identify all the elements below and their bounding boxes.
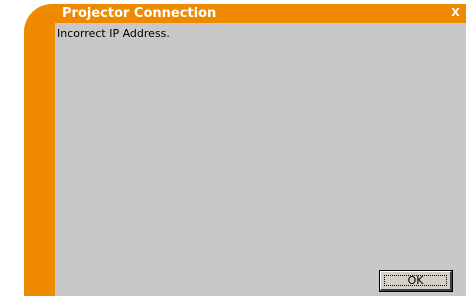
ok-button[interactable]: OK [379, 270, 453, 292]
dialog-title: Projector Connection [62, 6, 217, 21]
title-bar[interactable]: Projector Connection X [24, 4, 466, 23]
dialog-content: Incorrect IP Address. OK [55, 23, 466, 296]
ok-button-label: OK [407, 274, 424, 287]
error-message: Incorrect IP Address. [57, 27, 170, 40]
close-button[interactable]: X [449, 6, 462, 20]
error-dialog: Projector Connection X Incorrect IP Addr… [24, 4, 466, 296]
